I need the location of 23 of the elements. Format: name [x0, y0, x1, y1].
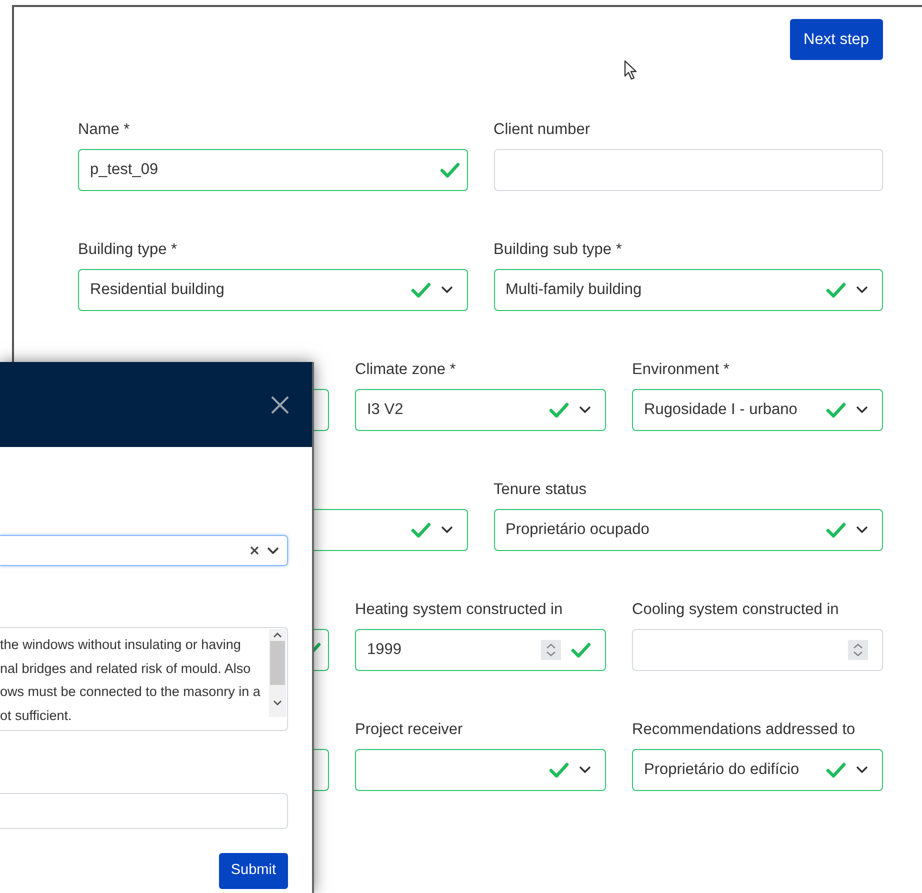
- field-label: Project receiver: [355, 721, 463, 738]
- select-field[interactable]: Residential building: [78, 269, 468, 311]
- field-label: Cooling system constructed in: [632, 601, 839, 618]
- select-field[interactable]: I3 V2: [355, 389, 606, 431]
- field-label: Recommendations addressed to: [632, 721, 856, 738]
- field-label: Tenure status: [494, 481, 587, 498]
- next-step-button[interactable]: Next step: [790, 19, 883, 60]
- field-label: Client number: [494, 121, 590, 138]
- input-field[interactable]: p_test_09: [78, 149, 468, 191]
- select-field[interactable]: Multi-family building: [494, 269, 883, 311]
- select-field[interactable]: Proprietário do edifício: [632, 749, 883, 791]
- field-label: Name *: [78, 121, 130, 138]
- field-label: Building type *: [78, 241, 178, 258]
- text-area[interactable]: the windows without insulating or having nal bridges and related risk of mould. Also ows must be connected to the masonry in a ot sufficient.: [0, 627, 288, 731]
- input-field[interactable]: 1999: [355, 629, 606, 671]
- submit-button[interactable]: Submit: [218, 853, 288, 889]
- field-label: Environment *: [632, 361, 730, 378]
- field-label: Heating system constructed in: [355, 601, 563, 618]
- field-label: Climate zone *: [355, 361, 456, 378]
- field-label: Building sub type *: [494, 241, 622, 258]
- select-field[interactable]: Proprietário ocupado: [494, 509, 883, 551]
- select-field[interactable]: Rugosidade I - urbano: [632, 389, 883, 431]
- textarea-text: the windows without insulating or having nal bridges and related risk of mould. Also ows must be connected to the masonry in a ot sufficient.: [0, 636, 262, 724]
